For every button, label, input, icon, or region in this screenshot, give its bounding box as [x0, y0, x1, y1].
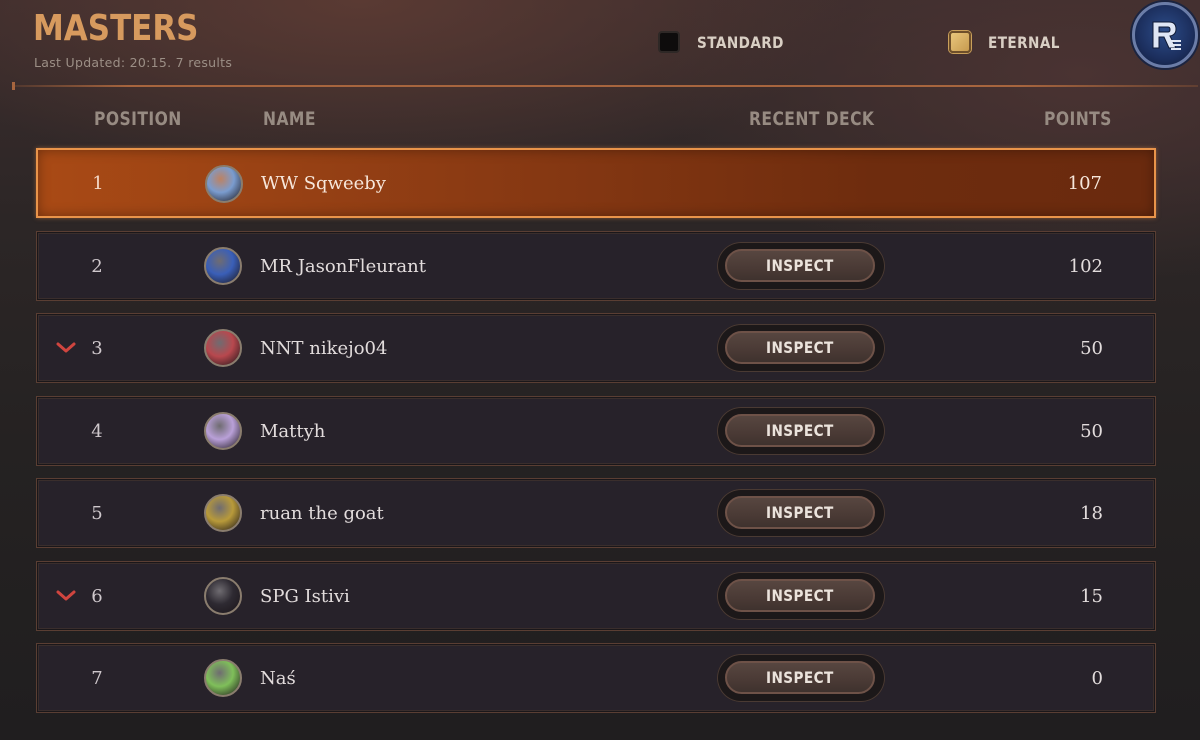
- profile-menu-button[interactable]: [1132, 2, 1198, 68]
- player-name: MR JasonFleurant: [260, 255, 426, 277]
- player-avatar: [204, 412, 242, 450]
- standard-label: STANDARD: [697, 32, 784, 52]
- inspect-deck-button[interactable]: INSPECT: [717, 407, 885, 455]
- player-avatar: [204, 577, 242, 615]
- inspect-label: INSPECT: [766, 668, 834, 687]
- leaderboard-row[interactable]: 7 Naś INSPECT 0: [36, 643, 1156, 713]
- eternal-toggle[interactable]: ETERNAL: [949, 31, 1073, 53]
- inspect-button-face[interactable]: INSPECT: [725, 579, 875, 612]
- rank-down-icon: [56, 342, 76, 353]
- inspect-button-face[interactable]: INSPECT: [725, 496, 875, 529]
- inspect-deck-button[interactable]: INSPECT: [717, 654, 885, 702]
- rank-position: 5: [91, 502, 103, 524]
- column-header-name: NAME: [263, 108, 316, 130]
- leaderboard-row[interactable]: 6 SPG Istivi INSPECT 15: [36, 561, 1156, 631]
- leaderboard-row[interactable]: 1 WW Sqweeby 107: [36, 148, 1156, 218]
- rank-down-icon: [56, 590, 76, 601]
- inspect-deck-button[interactable]: INSPECT: [717, 242, 885, 290]
- inspect-deck-button[interactable]: INSPECT: [717, 324, 885, 372]
- column-header-recent-deck: RECENT DECK: [749, 108, 875, 130]
- inspect-button-face[interactable]: INSPECT: [725, 661, 875, 694]
- inspect-button-face[interactable]: INSPECT: [725, 414, 875, 447]
- profile-menu-icon: [1152, 21, 1181, 50]
- standard-toggle[interactable]: STANDARD: [658, 31, 799, 53]
- player-name: ruan the goat: [260, 502, 384, 524]
- inspect-label: INSPECT: [766, 503, 834, 522]
- inspect-label: INSPECT: [766, 421, 834, 440]
- eternal-label: ETERNAL: [988, 32, 1060, 52]
- player-points: 15: [1080, 585, 1103, 607]
- rank-position: 7: [91, 667, 103, 689]
- header-divider: [12, 82, 1198, 90]
- rank-position: 2: [91, 255, 103, 277]
- player-points: 107: [1067, 172, 1102, 194]
- inspect-button-face[interactable]: INSPECT: [725, 249, 875, 282]
- player-points: 102: [1068, 255, 1103, 277]
- player-points: 50: [1080, 337, 1103, 359]
- inspect-deck-button[interactable]: INSPECT: [717, 489, 885, 537]
- leaderboard-row[interactable]: 2 MR JasonFleurant INSPECT 102: [36, 231, 1156, 301]
- player-avatar: [204, 494, 242, 532]
- column-header-points: POINTS: [1044, 108, 1112, 130]
- player-avatar: [204, 247, 242, 285]
- eternal-checkbox[interactable]: [949, 31, 971, 53]
- rank-position: 6: [91, 585, 103, 607]
- last-updated-text: Last Updated: 20:15. 7 results: [34, 55, 233, 70]
- player-points: 50: [1080, 420, 1103, 442]
- leaderboard-row[interactable]: 5 ruan the goat INSPECT 18: [36, 478, 1156, 548]
- inspect-deck-button[interactable]: INSPECT: [717, 572, 885, 620]
- column-header-position: POSITION: [94, 108, 182, 130]
- rank-position: 4: [91, 420, 103, 442]
- player-name: Mattyh: [260, 420, 326, 442]
- inspect-label: INSPECT: [766, 256, 834, 275]
- player-name: WW Sqweeby: [261, 172, 386, 194]
- player-avatar: [204, 659, 242, 697]
- standard-checkbox[interactable]: [658, 31, 680, 53]
- player-name: SPG Istivi: [260, 585, 350, 607]
- player-name: Naś: [260, 667, 296, 689]
- page-title: MASTERS: [33, 8, 199, 49]
- player-name: NNT nikejo04: [260, 337, 388, 359]
- player-avatar: [204, 329, 242, 367]
- inspect-label: INSPECT: [766, 586, 834, 605]
- rank-position: 3: [91, 337, 103, 359]
- inspect-label: INSPECT: [766, 338, 834, 357]
- inspect-button-face[interactable]: INSPECT: [725, 331, 875, 364]
- player-avatar: [205, 165, 243, 203]
- leaderboard-row[interactable]: 3 NNT nikejo04 INSPECT 50: [36, 313, 1156, 383]
- rank-position: 1: [92, 172, 104, 194]
- player-points: 18: [1080, 502, 1103, 524]
- leaderboard-row[interactable]: 4 Mattyh INSPECT 50: [36, 396, 1156, 466]
- player-points: 0: [1091, 667, 1103, 689]
